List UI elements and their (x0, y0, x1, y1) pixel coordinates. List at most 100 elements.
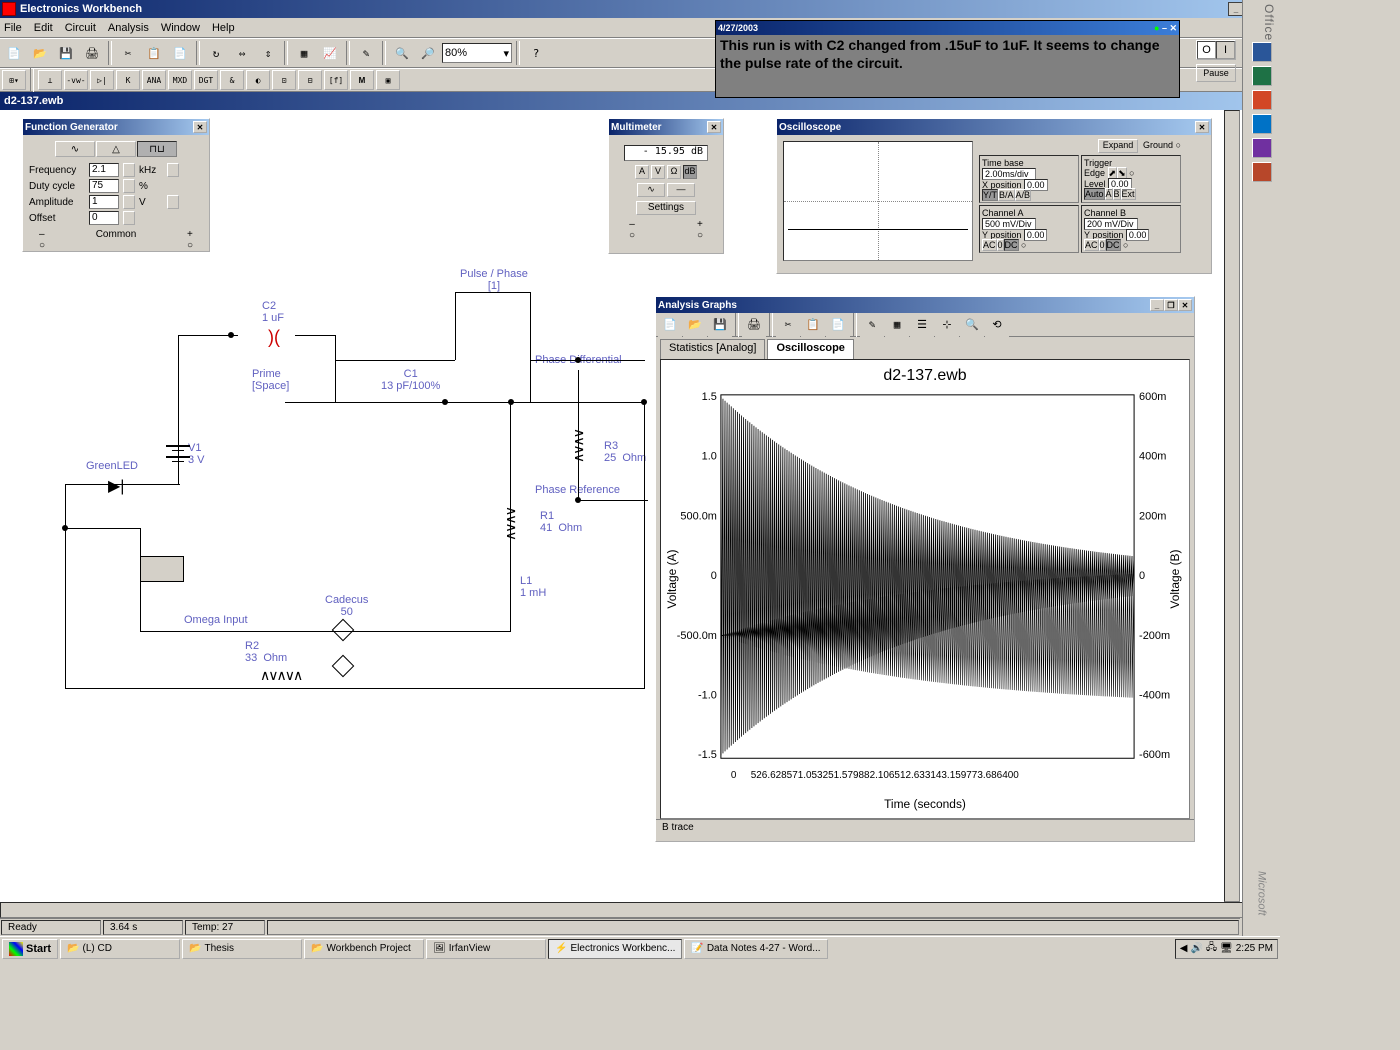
print-button[interactable]: 🖨 (80, 41, 104, 65)
sine-wave-button[interactable]: ∿ (55, 141, 95, 157)
flip-v-button[interactable]: ⇕ (256, 41, 280, 65)
ag-tab-statistics[interactable]: Statistics [Analog] (660, 339, 765, 359)
outlook-icon[interactable] (1252, 114, 1272, 134)
mm-ac-button[interactable]: ∿ (637, 183, 665, 197)
mm-dc-button[interactable]: — (667, 183, 695, 197)
ag-plot-area[interactable]: d2-137.ewb 1.5 1.0 500.0m 0 -500.0m -1.0… (660, 359, 1190, 819)
menu-circuit[interactable]: Circuit (65, 22, 96, 34)
instrument-bin[interactable]: [f] (324, 70, 348, 90)
open-button[interactable]: 📂 (28, 41, 52, 65)
ag-legend-button[interactable]: ☰ (910, 313, 934, 337)
oscope-close-icon[interactable]: ✕ (1195, 121, 1209, 133)
omega-label[interactable]: Omega Input (184, 614, 248, 626)
new-button[interactable]: 📄 (2, 41, 26, 65)
tray-icon[interactable]: 🔊 (1190, 943, 1202, 954)
menu-edit[interactable]: Edit (34, 22, 53, 34)
zoom-in-button[interactable]: 🔍 (390, 41, 414, 65)
pulse-label[interactable]: Pulse / Phase [1] (460, 268, 528, 292)
mm-settings-button[interactable]: Settings (636, 201, 696, 215)
r1-label[interactable]: R1 41 Ohm (540, 510, 582, 534)
taskbar-tab[interactable]: 📂 (L) CD (60, 939, 180, 959)
excel-icon[interactable] (1252, 66, 1272, 86)
multimeter-panel[interactable]: Multimeter✕ - 15.95 dB A V Ω dB ∿ — Sett… (608, 118, 724, 254)
c1-label[interactable]: C1 13 pF/100% (381, 368, 440, 392)
save-button[interactable]: 💾 (54, 41, 78, 65)
menu-analysis[interactable]: Analysis (108, 22, 149, 34)
greenled-label[interactable]: GreenLED (86, 460, 138, 472)
zoom-out-button[interactable]: 🔎 (416, 41, 440, 65)
funcgen-close-icon[interactable]: ✕ (193, 121, 207, 133)
ag-cut-button[interactable]: ✂ (776, 313, 800, 337)
tray-icon[interactable]: ◀ (1180, 943, 1188, 954)
cut-button[interactable]: ✂ (116, 41, 140, 65)
simulate-switch[interactable]: OI (1196, 40, 1236, 60)
system-tray[interactable]: ◀ 🔊 🖧 🖥 2:25 PM (1175, 939, 1278, 959)
tray-icon[interactable]: 🖥 (1220, 943, 1233, 954)
amp-input[interactable]: 1 (89, 195, 119, 209)
pause-button[interactable]: Pause (1196, 64, 1236, 82)
access-icon[interactable] (1252, 138, 1272, 158)
ag-open-button[interactable]: 📂 (683, 313, 707, 337)
menu-window[interactable]: Window (161, 22, 200, 34)
triangle-wave-button[interactable]: △ (96, 141, 136, 157)
menu-help[interactable]: Help (212, 22, 235, 34)
paste-button[interactable]: 📄 (168, 41, 192, 65)
logic-bin[interactable]: & (220, 70, 244, 90)
l1-label[interactable]: L1 1 mH (520, 575, 546, 599)
source-bin[interactable]: ⊥ (38, 70, 62, 90)
duty-input[interactable]: 75 (89, 179, 119, 193)
multimeter-close-icon[interactable]: ✕ (707, 121, 721, 133)
tray-icon[interactable]: 🖧 (1206, 940, 1217, 957)
horizontal-scrollbar[interactable] (0, 902, 1264, 918)
ag-grid-button[interactable]: ▦ (885, 313, 909, 337)
offset-input[interactable]: 0 (89, 211, 119, 225)
m-bin[interactable]: M (350, 70, 374, 90)
word-icon[interactable] (1252, 42, 1272, 62)
diode-bin[interactable]: ▷| (90, 70, 114, 90)
ag-zoom-button[interactable]: 🔍 (960, 313, 984, 337)
zoom-select[interactable]: 80%▾ (442, 43, 512, 63)
oscilloscope-panel[interactable]: Oscilloscope✕ Expand Ground ○ Time base … (776, 118, 1212, 274)
options-button[interactable]: ✎ (354, 41, 378, 65)
ag-new-button[interactable]: 📄 (658, 313, 682, 337)
sticky-note[interactable]: 4/27/2003● – ✕ This run is with C2 chang… (715, 20, 1180, 98)
menu-file[interactable]: File (4, 22, 22, 34)
mm-db-button[interactable]: dB (683, 165, 697, 179)
r3-label[interactable]: R3 25 Ohm (604, 440, 646, 464)
basic-bin[interactable]: -vw- (64, 70, 88, 90)
analog-bin[interactable]: ANA (142, 70, 166, 90)
other-icon[interactable] (1252, 162, 1272, 182)
mm-a-button[interactable]: A (635, 165, 649, 179)
ag-cursor-button[interactable]: ⊹ (935, 313, 959, 337)
ag-max-icon[interactable]: ❐ (1164, 299, 1178, 311)
flip-h-button[interactable]: ⇔ (230, 41, 254, 65)
extra-bin[interactable]: ▣ (376, 70, 400, 90)
taskbar-tab[interactable]: 🖼 IrfanView (426, 939, 546, 959)
subcircuit-button[interactable]: ▦ (292, 41, 316, 65)
control-bin[interactable]: ⊡ (272, 70, 296, 90)
ag-tab-oscilloscope[interactable]: Oscilloscope (767, 339, 853, 359)
misc-bin[interactable]: ⊟ (298, 70, 322, 90)
help-button[interactable]: ? (524, 41, 548, 65)
workspace[interactable]: Function Generator✕ ∿ △ ⊓⊔ Frequency2.1k… (0, 110, 1280, 910)
square-wave-button[interactable]: ⊓⊔ (137, 141, 177, 157)
r2-label[interactable]: R2 33 Ohm (245, 640, 287, 664)
mm-ohm-button[interactable]: Ω (667, 165, 681, 179)
ag-min-icon[interactable]: _ (1150, 299, 1164, 311)
taskbar-tab[interactable]: 📂 Thesis (182, 939, 302, 959)
favorites-bin[interactable]: ⊞▾ (2, 70, 26, 90)
mm-v-button[interactable]: V (651, 165, 665, 179)
graph-button[interactable]: 📈 (318, 41, 342, 65)
taskbar-tab[interactable]: 📝 Data Notes 4-27 - Word... (684, 939, 827, 959)
ag-copy-button[interactable]: 📋 (801, 313, 825, 337)
taskbar-tab[interactable]: 📂 Workbench Project (304, 939, 424, 959)
c2-label[interactable]: C2 1 uF (262, 300, 284, 324)
freq-input[interactable]: 2.1 (89, 163, 119, 177)
copy-button[interactable]: 📋 (142, 41, 166, 65)
start-button[interactable]: Start (2, 939, 58, 959)
ag-print-button[interactable]: 🖨 (742, 313, 766, 337)
ag-props-button[interactable]: ✎ (860, 313, 884, 337)
ag-close-icon[interactable]: ✕ (1178, 299, 1192, 311)
transistor-bin[interactable]: K (116, 70, 140, 90)
taskbar-tab-active[interactable]: ⚡ Electronics Workbenc... (548, 939, 682, 959)
